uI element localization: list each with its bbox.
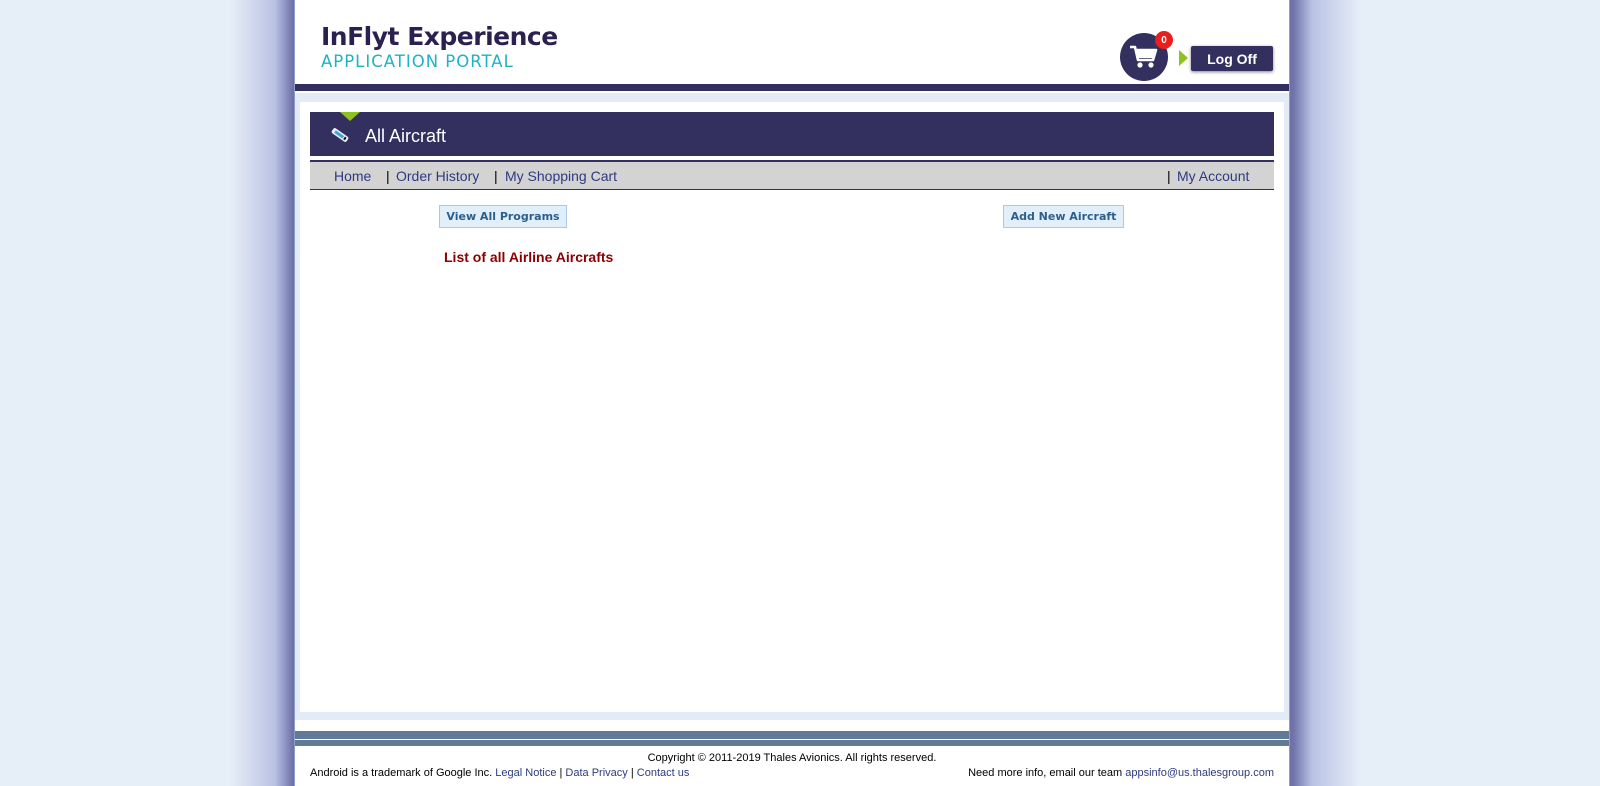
nav-home[interactable]: Home	[334, 168, 371, 184]
legal-notice-link[interactable]: Legal Notice	[495, 767, 556, 779]
page-title: All Aircraft	[365, 126, 447, 146]
email-link[interactable]: appsinfo@us.thalesgroup.com	[1125, 767, 1274, 779]
cart-icon	[1130, 45, 1158, 68]
nav-separator: |	[494, 168, 498, 184]
page-title-bar: All Aircraft	[310, 112, 1274, 156]
logo: InFlyt Experience APPLICATION PORTAL	[321, 22, 558, 71]
nav-bar: Home | Order History | My Shopping Cart …	[310, 160, 1274, 190]
header-divider	[295, 84, 1289, 91]
logo-title: InFlyt Experience	[321, 22, 558, 51]
footer-divider-secondary	[295, 740, 1289, 746]
nav-my-account[interactable]: My Account	[1177, 168, 1249, 184]
cart-count-badge: 0	[1155, 31, 1173, 49]
aircraft-icon	[331, 128, 349, 142]
log-off-button[interactable]: Log Off	[1191, 46, 1273, 71]
contact-us-link[interactable]: Contact us	[637, 767, 690, 779]
arrow-right-icon	[1179, 50, 1188, 66]
data-privacy-link[interactable]: Data Privacy	[565, 767, 627, 779]
page-container: InFlyt Experience APPLICATION PORTAL 0 L…	[294, 0, 1290, 786]
nav-order-history[interactable]: Order History	[396, 168, 479, 184]
nav-separator: |	[386, 168, 390, 184]
view-all-programs-button[interactable]: View All Programs	[439, 205, 567, 228]
footer-separator: |	[630, 767, 634, 779]
add-new-aircraft-button[interactable]: Add New Aircraft	[1003, 205, 1124, 228]
footer-contact: Need more info, email our team appsinfo@…	[968, 767, 1274, 779]
content-frame: All Aircraft Home | Order History | My S…	[295, 93, 1289, 720]
nav-separator: |	[1167, 168, 1171, 184]
content-panel: All Aircraft Home | Order History | My S…	[300, 102, 1284, 712]
title-notch-icon	[340, 112, 360, 121]
list-heading: List of all Airline Aircrafts	[444, 249, 614, 265]
footer-divider	[295, 731, 1289, 739]
copyright-text: Copyright © 2011-2019 Thales Avionics. A…	[647, 752, 937, 764]
nav-shopping-cart[interactable]: My Shopping Cart	[505, 168, 617, 184]
android-notice: Android is a trademark of Google Inc.	[310, 767, 493, 779]
footer-links: Android is a trademark of Google Inc. Le…	[310, 767, 689, 779]
info-text: Need more info, email our team	[968, 767, 1123, 779]
logo-subtitle: APPLICATION PORTAL	[321, 52, 514, 71]
footer-separator: |	[559, 767, 563, 779]
header: InFlyt Experience APPLICATION PORTAL 0 L…	[295, 0, 1289, 92]
